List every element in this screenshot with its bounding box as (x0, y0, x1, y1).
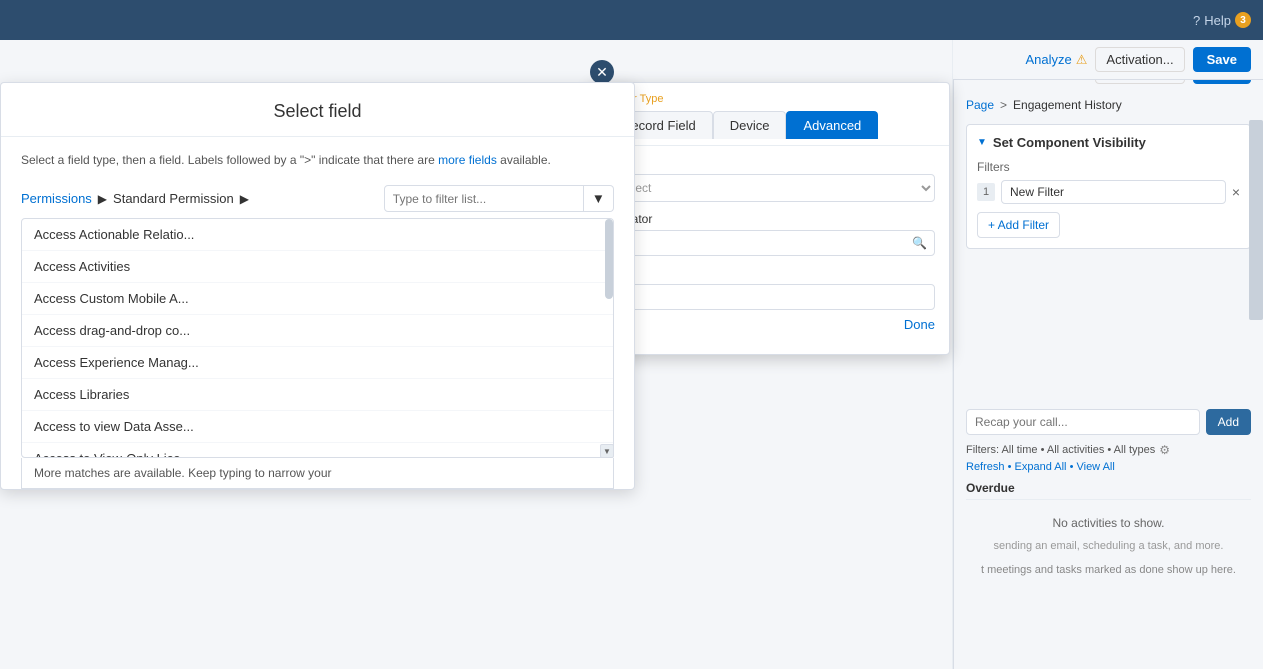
filters-text: Filters: All time • All activities • All… (966, 444, 1155, 456)
breadcrumb: Page > Engagement History (966, 98, 1251, 112)
save-button[interactable]: Save (1193, 47, 1251, 72)
list-item[interactable]: Access Experience Manag... (22, 347, 613, 379)
meetings-note: t meetings and tasks marked as done show… (966, 564, 1251, 576)
list-item[interactable]: Access to View-Only Lice... (22, 443, 613, 458)
scroll-down-button[interactable]: ▼ (600, 444, 614, 458)
engagement-links: Refresh • Expand All • View All (966, 461, 1251, 473)
breadcrumb-permissions-link[interactable]: Permissions (21, 191, 92, 206)
breadcrumb-arrow-icon: ▶ (98, 192, 107, 206)
list-item[interactable]: Access drag-and-drop co... (22, 315, 613, 347)
filter-row: 1 × (977, 180, 1240, 204)
select-field-breadcrumb: Permissions ▶ Standard Permission ▶ ▼ (1, 179, 634, 218)
engagement-section: Add Filters: All time • All activities •… (966, 409, 1251, 576)
breadcrumb-arrow2-icon: ▶ (240, 192, 249, 206)
warning-icon: ⚠ (1076, 52, 1088, 68)
select-field-desc: Select a field type, then a field. Label… (1, 137, 634, 179)
analyze-label: Analyze (1026, 52, 1072, 67)
add-activity-button[interactable]: Add (1206, 409, 1251, 435)
help-label[interactable]: Help (1204, 13, 1231, 28)
add-filter-button[interactable]: + Add Filter (977, 212, 1060, 238)
filter-type-modal: Filter Type Record Field Device Advanced… (590, 82, 950, 355)
field-select[interactable]: Select (605, 174, 935, 202)
filter-value-input[interactable] (1001, 180, 1226, 204)
recap-input[interactable] (966, 409, 1200, 435)
list-item[interactable]: Access Libraries (22, 379, 613, 411)
scroll-thumb (605, 219, 613, 299)
view-all-link[interactable]: View All (1076, 461, 1114, 473)
tab-device[interactable]: Device (713, 111, 787, 139)
add-filter-label: + Add Filter (988, 218, 1049, 232)
activation-button[interactable]: Activation... (1095, 47, 1184, 72)
select-field-modal: Select field Select a field type, then a… (0, 82, 635, 490)
no-activities-sub: sending an email, scheduling a task, and… (966, 540, 1251, 552)
help-section: ? Help 3 (1193, 12, 1251, 28)
tab-advanced[interactable]: Advanced (786, 111, 878, 139)
close-filter-modal-button[interactable]: ✕ (590, 60, 614, 84)
analyze-button[interactable]: Analyze ⚠ (1026, 52, 1088, 68)
filter-tabs: Record Field Device Advanced (605, 111, 935, 139)
more-matches-text: More matches are available. Keep typing … (21, 458, 614, 489)
chevron-down-icon[interactable]: ▼ (977, 137, 987, 148)
filters-label: Filters (977, 160, 1240, 174)
top-bar: ? Help 3 (0, 0, 1263, 40)
filter-list-input[interactable] (384, 185, 584, 212)
value-input[interactable] (605, 284, 935, 310)
breadcrumb-standard-permission: Standard Permission (113, 191, 234, 206)
action-bar: Analyze ⚠ Activation... Save (953, 40, 1263, 80)
set-component-title: ▼ Set Component Visibility (977, 135, 1240, 150)
filter-number: 1 (977, 183, 995, 201)
done-button[interactable]: Done (904, 317, 935, 332)
expand-all-link[interactable]: Expand All (1015, 461, 1067, 473)
breadcrumb-separator: > (1000, 98, 1007, 112)
more-fields-link[interactable]: more fields (438, 153, 497, 167)
filter-close-icon[interactable]: × (1232, 184, 1240, 200)
set-component-section: ▼ Set Component Visibility Filters 1 × +… (966, 124, 1251, 249)
list-item[interactable]: Access to view Data Asse... (22, 411, 613, 443)
operator-input-wrap: 🔍 (605, 230, 935, 256)
field-label: Field (605, 156, 935, 170)
gear-icon[interactable]: ⚙ (1159, 443, 1170, 457)
no-activities-text: No activities to show. (966, 506, 1251, 540)
filter-modal-body: Field Select Operator 🔍 Value Done (591, 146, 949, 344)
done-button-wrap: Done (605, 316, 935, 334)
overdue-label: Overdue (966, 481, 1251, 500)
help-badge: 3 (1235, 12, 1251, 28)
list-item[interactable]: Access Activities (22, 251, 613, 283)
operator-input[interactable] (605, 230, 935, 256)
filter-modal-header: Filter Type Record Field Device Advanced (591, 83, 949, 146)
dropdown-list: Access Actionable Relatio... Access Acti… (21, 218, 614, 458)
search-icon: 🔍 (912, 236, 927, 250)
question-icon: ? (1193, 13, 1200, 28)
refresh-link[interactable]: Refresh (966, 461, 1005, 473)
filter-type-label: Filter Type (605, 93, 935, 105)
filter-input-area: ▼ (384, 185, 614, 212)
operator-label: Operator (605, 212, 935, 226)
select-field-title: Select field (1, 83, 634, 137)
breadcrumb-current: Engagement History (1013, 98, 1122, 112)
value-label: Value (605, 266, 935, 280)
breadcrumb-page[interactable]: Page (966, 98, 994, 112)
list-item[interactable]: Access Custom Mobile A... (22, 283, 613, 315)
filter-dropdown-button[interactable]: ▼ (584, 185, 614, 212)
right-panel: Analyze ⚠ Activation... Save Page > Enga… (953, 40, 1263, 669)
list-item[interactable]: Access Actionable Relatio... (22, 219, 613, 251)
